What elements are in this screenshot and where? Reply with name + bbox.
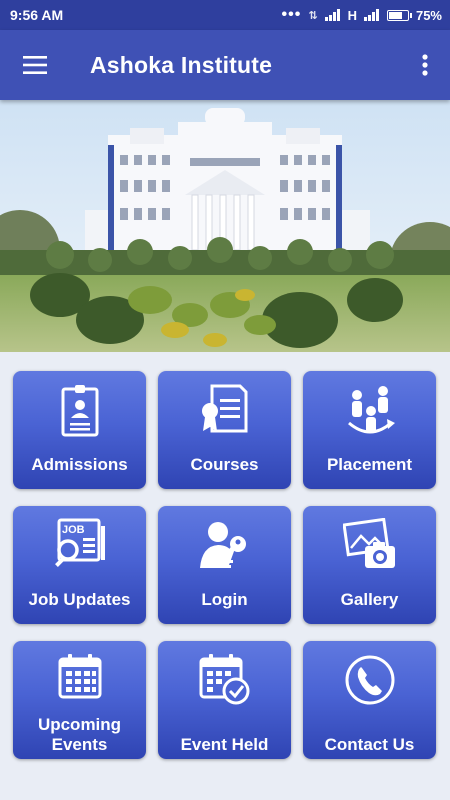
tile-label: Courses (190, 455, 259, 474)
status-time: 9:56 AM (10, 7, 64, 23)
gallery-tile[interactable]: Gallery (303, 506, 436, 624)
tile-label: Job Updates (28, 590, 131, 609)
status-bar: 9:56 AM ••• ⇅ H 75% (0, 0, 450, 30)
document-certificate-icon (158, 383, 291, 437)
user-key-icon (158, 518, 291, 572)
battery-icon (386, 9, 412, 21)
upcoming-events-tile[interactable]: Upcoming Events (13, 641, 146, 759)
tile-label: Login (201, 590, 248, 609)
tile-label: Placement (326, 455, 413, 474)
job-search-icon: JOB (13, 518, 146, 572)
courses-tile[interactable]: Courses (158, 371, 291, 489)
event-held-tile[interactable]: Event Held (158, 641, 291, 759)
signal-icon (324, 9, 341, 21)
more-vert-icon[interactable] (400, 30, 450, 100)
network-type: H (347, 7, 357, 23)
contact-us-tile[interactable]: Contact Us (303, 641, 436, 759)
tile-label: Gallery (340, 590, 399, 609)
status-icons: ••• ⇅ H 75% (282, 6, 442, 24)
photo-camera-icon (303, 518, 436, 572)
login-tile[interactable]: Login (158, 506, 291, 624)
admissions-tile[interactable]: Admissions (13, 371, 146, 489)
calendar-check-icon (158, 653, 291, 707)
people-network-icon (303, 383, 436, 437)
hamburger-menu-icon[interactable] (0, 30, 70, 100)
job-updates-tile[interactable]: JOB Job Updates (13, 506, 146, 624)
more-notifications-icon: ••• (281, 6, 302, 23)
app-bar: Ashoka Institute (0, 30, 450, 100)
svg-text:JOB: JOB (62, 524, 85, 536)
phone-icon (303, 653, 436, 707)
battery-percent: 75% (415, 7, 442, 23)
signal-icon-2 (363, 9, 380, 21)
placement-tile[interactable]: Placement (303, 371, 436, 489)
tile-label: Upcoming Events (37, 715, 122, 754)
data-transfer-icon: ⇅ (308, 9, 318, 22)
tile-label: Event Held (180, 735, 269, 754)
id-card-icon (13, 383, 146, 437)
tile-label: Admissions (31, 455, 128, 474)
app-title: Ashoka Institute (90, 51, 273, 78)
menu-grid: Admissions Courses Placement JOB Job Upd… (13, 371, 437, 759)
calendar-icon (13, 653, 146, 699)
tile-label: Contact Us (324, 735, 415, 754)
institute-banner-image (0, 100, 450, 352)
